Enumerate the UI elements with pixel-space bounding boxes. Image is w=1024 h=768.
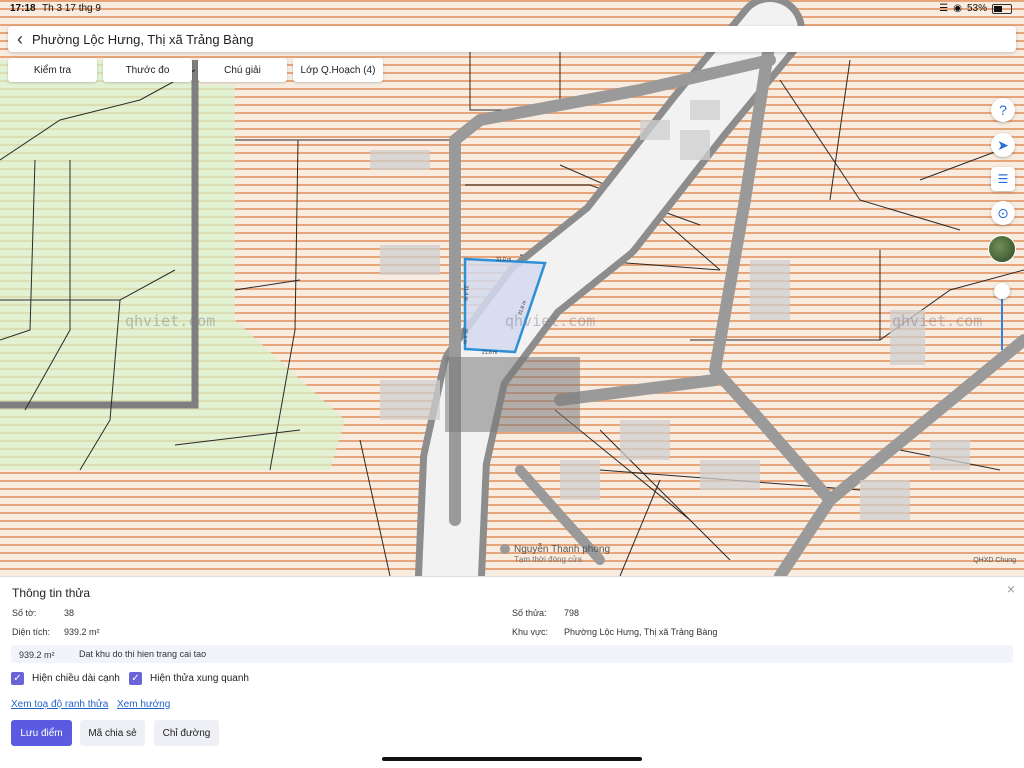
map-canvas[interactable] [0, 0, 1024, 576]
view-coordinates-link[interactable]: Xem toạ độ ranh thửa [11, 699, 108, 710]
land-use-area: 939.2 m² [19, 650, 55, 660]
chevron-left-icon[interactable]: ‹ [8, 29, 32, 50]
title-bar: ‹ Phường Lộc Hưng, Thị xã Trảng Bàng [8, 26, 1016, 52]
battery-percent: 53% [966, 3, 987, 14]
save-point-button[interactable]: Lưu điểm [11, 720, 72, 746]
locate-icon[interactable]: ⊙ [991, 201, 1015, 225]
parcel-dim-top: 31.0 m [496, 257, 512, 263]
watermark: qhviet.com [505, 312, 596, 330]
panel-heading: Thông tin thửa [12, 586, 91, 600]
status-date: Th 3 17 thg 9 [42, 3, 101, 14]
page-title: Phường Lộc Hưng, Thị xã Trảng Bàng [32, 31, 254, 47]
watermark: qhviet.com [125, 312, 216, 330]
show-edge-length-label: Hiện chiều dài cạnh [32, 673, 120, 684]
opacity-slider-knob[interactable] [994, 283, 1010, 299]
checkmark-icon: ✓ [11, 672, 24, 685]
map-credit: QHXD Chung [973, 557, 1016, 564]
dien-tich-row: Diện tích: 939.2 m² [12, 627, 100, 637]
so-to-row: Số tờ: 38 [12, 608, 74, 618]
dien-tich-label: Diện tích: [12, 627, 51, 637]
home-indicator[interactable] [382, 757, 642, 761]
view-direction-link[interactable]: Xem hướng [117, 699, 170, 710]
checkmark-icon: ✓ [129, 672, 142, 685]
land-use-description: Dat khu do thi hien trang cai tao [79, 649, 207, 659]
show-neighbor-parcels-label: Hiện thửa xung quanh [150, 673, 249, 684]
khu-vuc-value: Phường Lộc Hưng, Thị xã Trảng Bàng [564, 627, 718, 637]
so-thua-row: Số thửa: 798 [512, 608, 579, 618]
directions-button[interactable]: Chỉ đường [154, 720, 219, 746]
location-status-icon: ◉ [953, 3, 962, 14]
land-use-band: 939.2 m² Dat khu do thi hien trang cai t… [11, 645, 1013, 663]
close-icon[interactable]: × [1007, 581, 1015, 597]
khu-vuc-row: Khu vực: Phường Lộc Hưng, Thị xã Trảng B… [512, 627, 717, 637]
show-edge-length-checkbox[interactable]: ✓ Hiện chiều dài cạnh [11, 672, 120, 685]
parcel-dim-left-lower: 25.4 m [461, 328, 468, 344]
khu-vuc-label: Khu vực: [512, 627, 549, 637]
wifi-icon: ☰ [939, 3, 949, 14]
satellite-icon[interactable] [988, 235, 1016, 263]
dien-tich-value: 939.2 m² [64, 627, 100, 637]
place-label[interactable]: Nguyễn Thanh phong Tạm thời đóng cửa [500, 544, 610, 564]
place-status: Tạm thời đóng cửa [514, 555, 582, 564]
tab-chu-giai[interactable]: Chú giải [198, 58, 287, 82]
status-bar: 17:18 Th 3 17 thg 9 ☰ ◉ 53% [0, 0, 1024, 18]
so-to-value: 38 [64, 608, 75, 618]
toolbar-tabs: Kiểm tra Thước đo Chú giải Lớp Q.Hoạch (… [8, 58, 383, 82]
compass-icon[interactable]: ➤ [991, 133, 1015, 157]
so-thua-label: Số thửa: [512, 608, 547, 618]
place-name: Nguyễn Thanh phong [514, 544, 611, 555]
map-drawing[interactable] [0, 0, 1024, 576]
watermark: qhviet.com [892, 312, 983, 330]
question-icon[interactable]: ? [991, 98, 1015, 122]
parcel-dim-bottom: 21.6 m [482, 350, 498, 356]
show-neighbor-parcels-checkbox[interactable]: ✓ Hiện thửa xung quanh [129, 672, 249, 685]
tab-kiem-tra[interactable]: Kiểm tra [8, 58, 97, 82]
tab-lop-quy-hoach[interactable]: Lớp Q.Hoạch (4) [293, 58, 383, 82]
parcel-dim-left: 21.4 m [462, 285, 469, 301]
layers-icon[interactable]: ☰ [991, 167, 1015, 191]
opacity-slider-track[interactable] [1001, 290, 1003, 350]
tab-thuoc-do[interactable]: Thước đo [103, 58, 192, 82]
share-code-button[interactable]: Mã chia sẻ [80, 720, 145, 746]
battery-icon [992, 3, 1012, 14]
place-pin-icon [500, 544, 510, 555]
parcel-info-panel: × Thông tin thửa Số tờ: 38 Số thửa: 798 … [0, 576, 1024, 768]
so-to-label: Số tờ: [12, 608, 37, 618]
status-time: 17:18 [10, 3, 36, 14]
so-thua-value: 798 [564, 608, 580, 618]
